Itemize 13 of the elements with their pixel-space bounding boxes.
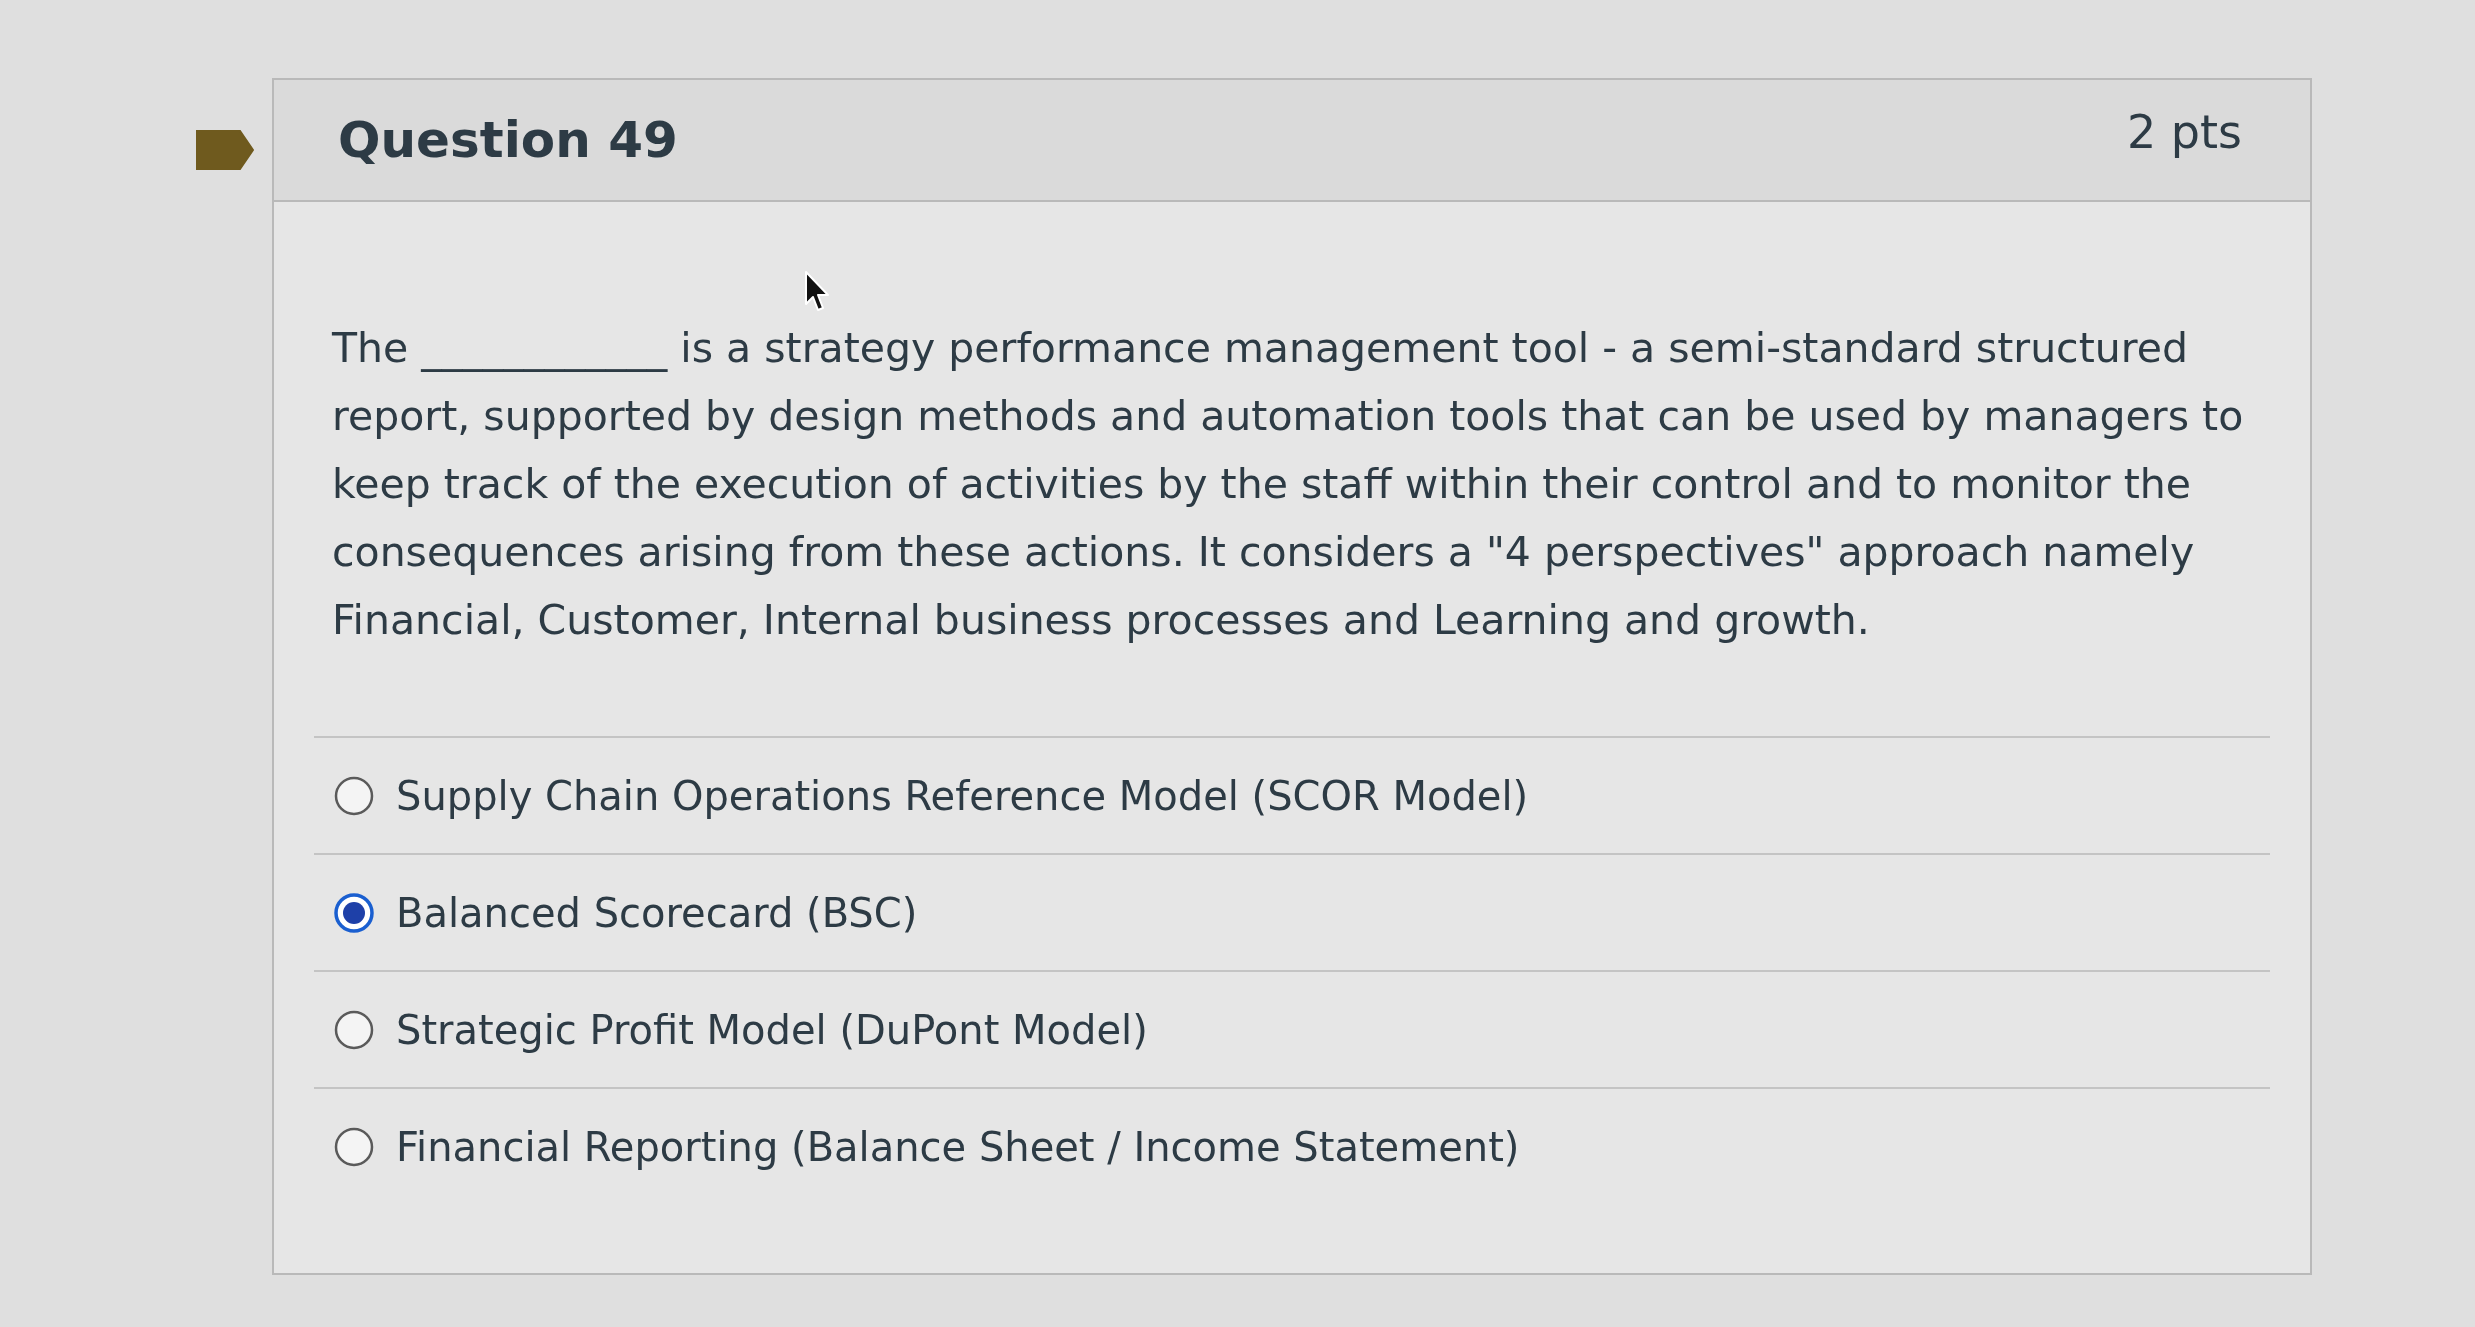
radio-button[interactable] bbox=[334, 1126, 374, 1167]
question-points: 2 pts bbox=[2126, 105, 2242, 159]
answer-label[interactable]: Strategic Profit Model (DuPont Model) bbox=[396, 1006, 1148, 1053]
radio-button[interactable] bbox=[334, 775, 374, 816]
answer-label[interactable]: Financial Reporting (Balance Sheet / Income Statement) bbox=[396, 1123, 1520, 1170]
question-text: The ____________ is a strategy performance management tool - a semi-standard structured report, supported by design methods and automation tools that can be used by managers to keep track of the execution of activities by the staff within their control and to monitor the consequences arising from these actions. It considers a "4 perspectives" approach namely Financial, Customer, Internal business processes and Learning and growth. bbox=[332, 323, 2245, 646]
question-title: Question 49 bbox=[338, 111, 678, 169]
radio-button[interactable] bbox=[334, 892, 374, 933]
answer-label[interactable]: Balanced Scorecard (BSC) bbox=[396, 889, 918, 936]
flag-icon[interactable] bbox=[196, 130, 254, 170]
answer-label[interactable]: Supply Chain Operations Reference Model (SCOR Model) bbox=[396, 772, 1529, 819]
radio-button[interactable] bbox=[334, 1009, 374, 1050]
cursor-icon bbox=[804, 270, 830, 312]
